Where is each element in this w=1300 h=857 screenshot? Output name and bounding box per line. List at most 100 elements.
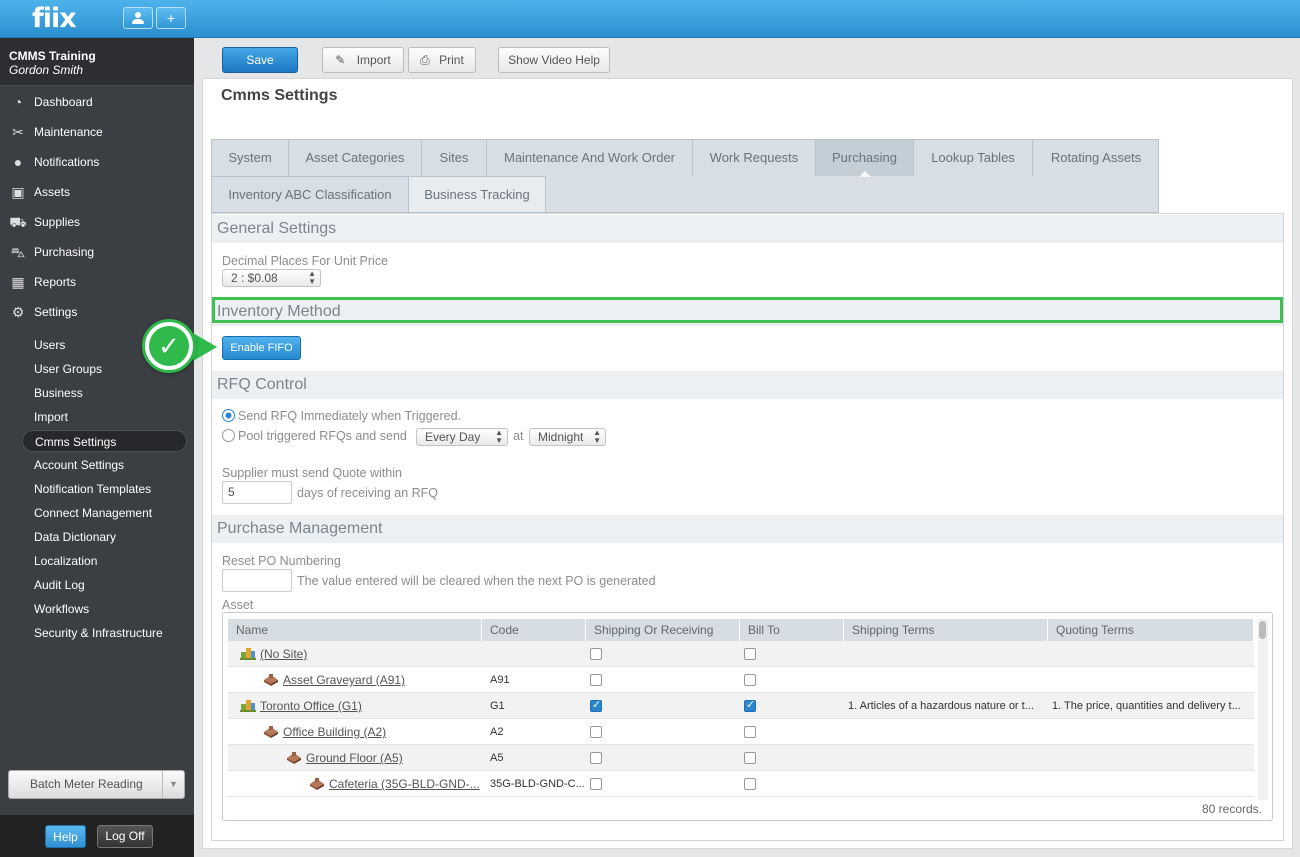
tab-rotating-assets[interactable]: Rotating Assets [1033, 140, 1159, 176]
sidebar-item-dashboard[interactable]: ◔ Dashboard [0, 87, 194, 117]
cell-name: Ground Floor (A5) [306, 745, 488, 771]
save-button[interactable]: Save [222, 47, 298, 73]
top-bar: fiix + [0, 0, 1300, 38]
column-header-shipping-terms[interactable]: Shipping Terms [844, 619, 1048, 641]
asset-name-link[interactable]: Toronto Office (G1) [260, 699, 362, 713]
tab-system[interactable]: System [212, 140, 289, 176]
asset-name-link[interactable]: Cafeteria (35G-BLD-GND-... [329, 777, 480, 791]
settings-subitem-workflows[interactable]: Workflows [22, 598, 187, 620]
shipping-receiving-checkbox[interactable] [590, 726, 602, 738]
tab-business-tracking[interactable]: Business Tracking [409, 176, 546, 212]
print-button[interactable]: ⎙ Print [408, 47, 476, 73]
callout-arrow-tip [193, 333, 217, 361]
cell-shipping-terms [848, 667, 1044, 693]
truck-icon: ⛟ [9, 214, 27, 230]
tab-inventory-abc-classification[interactable]: Inventory ABC Classification [212, 176, 409, 212]
cell-code: A5 [490, 752, 504, 764]
rfq-time-select[interactable]: Midnight ▲ ▼ [529, 428, 606, 446]
tab-asset-categories[interactable]: Asset Categories [289, 140, 422, 176]
settings-subitem-audit-log[interactable]: Audit Log [22, 574, 187, 596]
quote-days-input[interactable]: 5 [222, 481, 292, 504]
cell-name: Cafeteria (35G-BLD-GND-... [329, 771, 488, 797]
shipping-receiving-checkbox[interactable] [590, 674, 602, 686]
user-icon[interactable] [123, 7, 153, 29]
reset-po-input[interactable] [222, 569, 292, 592]
sidebar-item-maintenance[interactable]: ✂ Maintenance [0, 117, 194, 147]
decimal-places-value: 2 : $0.08 [231, 271, 278, 285]
sidebar-item-label: Assets [34, 185, 71, 199]
log-off-button[interactable]: Log Off [97, 825, 153, 848]
chevron-down-icon[interactable]: ▼ [162, 771, 184, 798]
settings-subitem-notification-templates[interactable]: Notification Templates [22, 478, 187, 500]
settings-subitem-import[interactable]: Import [22, 406, 187, 428]
tab-sites[interactable]: Sites [422, 140, 487, 176]
table-row[interactable]: (No Site) [228, 641, 1254, 667]
user-info[interactable]: CMMS Training Gordon Smith [0, 38, 194, 86]
sidebar-item-notifications[interactable]: ● Notifications [0, 147, 194, 177]
tab-purchasing[interactable]: Purchasing [816, 140, 914, 177]
sidebar-item-reports[interactable]: ▦ Reports [0, 267, 194, 297]
table-row[interactable]: Cafeteria (35G-BLD-GND-... 35G-BLD-GND-C.… [228, 771, 1254, 797]
column-header-code[interactable]: Code [482, 619, 586, 641]
column-header-shipping-or-receiving[interactable]: Shipping Or Receiving [586, 619, 740, 641]
gear-icon: ⚙ [11, 304, 25, 320]
chat-bubble-icon: ● [13, 154, 23, 170]
sidebar-item-purchasing[interactable]: ⛍ Purchasing [0, 237, 194, 267]
sidebar-item-assets[interactable]: ▣ Assets [0, 177, 194, 207]
rfq-frequency-select[interactable]: Every Day ▲ ▼ [416, 428, 508, 446]
shipping-receiving-checkbox[interactable] [590, 648, 602, 660]
scrollbar-thumb[interactable] [1259, 621, 1266, 639]
help-button[interactable]: Help [45, 825, 86, 848]
sidebar-item-label: Purchasing [34, 245, 95, 259]
settings-subitem-security-infrastructure[interactable]: Security & Infrastructure [22, 622, 187, 644]
rfq-pool-radio[interactable] [222, 429, 235, 442]
reset-po-note: The value entered will be cleared when t… [297, 574, 656, 588]
table-row[interactable]: Ground Floor (A5) A5 [228, 745, 1254, 771]
add-icon[interactable]: + [156, 7, 186, 29]
tab-work-requests[interactable]: Work Requests [693, 140, 816, 176]
bill-to-checkbox[interactable] [744, 648, 756, 660]
settings-subitem-localization[interactable]: Localization [22, 550, 187, 572]
import-button[interactable]: ✎ Import [322, 47, 404, 73]
bill-to-checkbox[interactable] [744, 674, 756, 686]
cell-shipping-terms [848, 719, 1044, 745]
asset-name-link[interactable]: Asset Graveyard (A91) [283, 673, 405, 687]
section-general-settings: General Settings [212, 215, 1283, 243]
batch-meter-reading-button[interactable]: Batch Meter Reading ▼ [8, 770, 185, 799]
grid-scrollbar[interactable] [1258, 619, 1268, 800]
company-name: CMMS Training [9, 49, 96, 63]
shipping-receiving-checkbox[interactable] [590, 778, 602, 790]
decimal-places-select[interactable]: 2 : $0.08 ▲ ▼ [222, 269, 321, 287]
settings-subitem-data-dictionary[interactable]: Data Dictionary [22, 526, 187, 548]
column-header-name[interactable]: Name [228, 619, 482, 641]
shipping-receiving-checkbox[interactable] [590, 698, 602, 712]
column-header-bill-to[interactable]: Bill To [740, 619, 844, 641]
bill-to-checkbox[interactable] [744, 698, 756, 712]
asset-name-link[interactable]: Office Building (A2) [283, 725, 386, 739]
asset-name-link[interactable]: (No Site) [260, 647, 307, 661]
settings-subitem-account-settings[interactable]: Account Settings [22, 454, 187, 476]
cell-quoting-terms [1052, 745, 1248, 771]
tab-maintenance-and-work-order[interactable]: Maintenance And Work Order [487, 140, 693, 176]
sidebar-item-supplies[interactable]: ⛟ Supplies [0, 207, 194, 237]
cell-shipping-terms [848, 641, 1044, 667]
cell-code: A91 [490, 674, 510, 686]
show-video-help-button[interactable]: Show Video Help [498, 47, 610, 73]
settings-subitem-business[interactable]: Business [22, 382, 187, 404]
asset-name-link[interactable]: Ground Floor (A5) [306, 751, 403, 765]
column-header-quoting-terms[interactable]: Quoting Terms [1048, 619, 1254, 641]
rfq-immediate-radio[interactable] [222, 409, 235, 422]
bill-to-checkbox[interactable] [744, 778, 756, 790]
table-row[interactable]: Asset Graveyard (A91) A91 [228, 667, 1254, 693]
table-row[interactable]: Office Building (A2) A2 [228, 719, 1254, 745]
settings-subitem-cmms-settings[interactable]: Cmms Settings [22, 430, 187, 452]
bill-to-checkbox[interactable] [744, 726, 756, 738]
settings-subitem-connect-management[interactable]: Connect Management [22, 502, 187, 524]
enable-fifo-button[interactable]: Enable FIFO [222, 336, 301, 360]
tab-lookup-tables[interactable]: Lookup Tables [914, 140, 1033, 176]
fiix-logo[interactable]: fiix [32, 3, 77, 34]
bill-to-checkbox[interactable] [744, 752, 756, 764]
shipping-receiving-checkbox[interactable] [590, 752, 602, 764]
table-row[interactable]: Toronto Office (G1) G1 1. Articles of a ha… [228, 693, 1254, 719]
rfq-at-label: at [513, 429, 524, 443]
